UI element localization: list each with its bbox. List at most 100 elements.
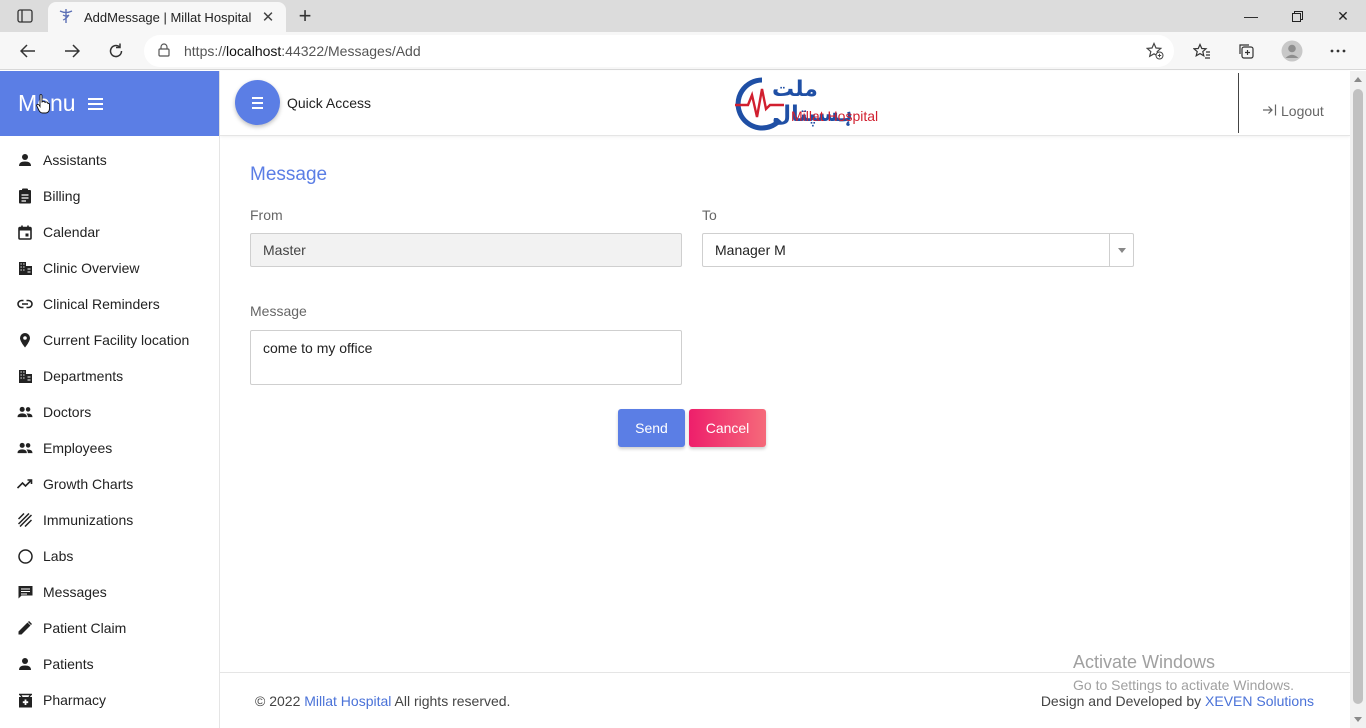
main-content: Message From Master To Manager M Message… xyxy=(220,137,1350,672)
clipboard-icon xyxy=(17,188,33,204)
new-tab-icon[interactable]: + xyxy=(292,3,318,28)
quick-access-label: Quick Access xyxy=(287,95,372,111)
sidebar-item-billing[interactable]: Billing xyxy=(0,178,219,214)
profile-avatar-icon[interactable] xyxy=(1277,37,1307,65)
close-tab-icon[interactable]: ✕ xyxy=(260,8,276,26)
sidebar-item-patients[interactable]: Patients xyxy=(0,646,219,682)
sidebar-menu-header[interactable]: Menu xyxy=(0,71,219,136)
sidebar-item-label: Clinical Reminders xyxy=(43,296,160,312)
message-textarea[interactable]: come to my office xyxy=(250,330,682,385)
sidebar-item-pharmacy[interactable]: Pharmacy xyxy=(0,682,219,718)
scroll-down-icon[interactable] xyxy=(1354,717,1362,722)
sidebar-item-label: Growth Charts xyxy=(43,476,134,492)
millat-hospital-link[interactable]: Millat Hospital xyxy=(304,693,391,709)
sidebar-item-label: Departments xyxy=(43,368,124,384)
people-icon xyxy=(17,404,33,420)
sidebar-item-label: Pharmacy xyxy=(43,692,107,708)
sidebar-item-label: Assistants xyxy=(43,152,107,168)
back-icon[interactable] xyxy=(13,37,43,65)
building-icon xyxy=(17,260,33,276)
collections-icon[interactable] xyxy=(1231,37,1261,65)
window-controls: — ✕ xyxy=(1228,0,1366,32)
hand-cursor-icon xyxy=(36,94,50,117)
browser-tab[interactable]: AddMessage | Millat Hospital ✕ xyxy=(48,2,286,32)
sidebar-item-labs[interactable]: Labs xyxy=(0,538,219,574)
add-favorite-icon[interactable] xyxy=(1145,42,1164,63)
sidebar-item-label: Billing xyxy=(43,188,81,204)
sidebar-item-messages[interactable]: Messages xyxy=(0,574,219,610)
from-label: From xyxy=(250,207,283,223)
address-bar[interactable]: https://localhost:44322/Messages/Add xyxy=(144,35,1174,67)
logo-english-text: Millat Hospital xyxy=(791,108,879,124)
page-scrollbar[interactable] xyxy=(1350,71,1366,728)
trending-up-icon xyxy=(17,476,33,492)
message-label: Message xyxy=(250,303,307,319)
logout-label: Logout xyxy=(1281,103,1324,119)
url-text: https://localhost:44322/Messages/Add xyxy=(184,43,421,59)
activate-windows-watermark: Activate Windows Go to Settings to activ… xyxy=(1073,652,1294,693)
sidebar-item-employees[interactable]: Employees xyxy=(0,430,219,466)
building-icon xyxy=(17,368,33,384)
sidebar-item-label: Patients xyxy=(43,656,94,672)
sidebar-item-label: Messages xyxy=(43,584,107,600)
sidebar-item-label: Immunizations xyxy=(43,512,134,528)
message-icon xyxy=(17,584,33,600)
location-pin-icon xyxy=(17,332,33,348)
sidebar-item-clinic-overview[interactable]: Clinic Overview xyxy=(0,250,219,286)
sidebar-item-growth-charts[interactable]: Growth Charts xyxy=(0,466,219,502)
texture-icon xyxy=(17,512,33,528)
sidebar-item-assistants[interactable]: Assistants xyxy=(0,142,219,178)
pharmacy-icon xyxy=(17,692,33,708)
caduceus-icon xyxy=(58,8,74,27)
scrollbar-thumb[interactable] xyxy=(1353,89,1363,704)
sidebar-item-calendar[interactable]: Calendar xyxy=(0,214,219,250)
lock-icon[interactable] xyxy=(158,42,170,60)
from-field: Master xyxy=(250,233,682,267)
sidebar-item-label: Patient Claim xyxy=(43,620,127,636)
logout-icon xyxy=(1262,103,1281,119)
copyright-text: © 2022 Millat Hospital All rights reserv… xyxy=(255,693,511,709)
sidebar-item-label: Clinic Overview xyxy=(43,260,140,276)
sidebar-item-immunizations[interactable]: Immunizations xyxy=(0,502,219,538)
logout-link[interactable]: Logout xyxy=(1262,103,1324,119)
sidebar-item-departments[interactable]: Departments xyxy=(0,358,219,394)
sidebar-item-doctors[interactable]: Doctors xyxy=(0,394,219,430)
send-button[interactable]: Send xyxy=(618,409,685,447)
restore-icon[interactable] xyxy=(1274,0,1320,32)
chevron-down-icon[interactable] xyxy=(1109,234,1133,266)
to-select[interactable]: Manager M xyxy=(702,233,1134,267)
person-icon xyxy=(17,656,33,672)
people-icon xyxy=(17,440,33,456)
more-options-icon[interactable] xyxy=(1323,37,1353,65)
sidebar-item-clinical-reminders[interactable]: Clinical Reminders xyxy=(0,286,219,322)
browser-tab-bar: AddMessage | Millat Hospital ✕ + — ✕ xyxy=(0,0,1366,32)
xeven-solutions-link[interactable]: XEVEN Solutions xyxy=(1205,693,1314,709)
pencil-icon xyxy=(17,620,33,636)
to-label: To xyxy=(702,207,717,223)
sidebar-item-patient-claim[interactable]: Patient Claim xyxy=(0,610,219,646)
sidebar-item-label: Current Facility location xyxy=(43,332,190,348)
close-window-icon[interactable]: ✕ xyxy=(1320,0,1366,32)
hamburger-icon xyxy=(252,96,263,109)
page-title: Message xyxy=(250,164,328,185)
favorites-icon[interactable] xyxy=(1187,37,1217,65)
quick-access-button[interactable] xyxy=(235,80,280,125)
refresh-icon[interactable] xyxy=(101,37,131,65)
hamburger-icon[interactable] xyxy=(87,97,103,110)
person-icon xyxy=(17,152,33,168)
sidebar: Menu Assistants Billing Calendar Clinic … xyxy=(0,71,220,728)
scroll-up-icon[interactable] xyxy=(1354,77,1362,82)
calendar-icon xyxy=(17,224,33,240)
sidebar-item-label: Labs xyxy=(43,548,74,564)
tab-actions-icon[interactable] xyxy=(8,5,42,27)
header-divider xyxy=(1238,73,1239,133)
minimize-icon[interactable]: — xyxy=(1228,0,1274,32)
sidebar-item-current-facility-location[interactable]: Current Facility location xyxy=(0,322,219,358)
cancel-button[interactable]: Cancel xyxy=(689,409,766,447)
circle-icon xyxy=(17,548,33,564)
hospital-logo: ملت ہسپتال Millat Hospital xyxy=(732,75,888,133)
watermark-subtitle: Go to Settings to activate Windows. xyxy=(1073,677,1294,693)
forward-icon[interactable] xyxy=(57,37,87,65)
sidebar-item-label: Employees xyxy=(43,440,113,456)
sidebar-item-label: Calendar xyxy=(43,224,100,240)
